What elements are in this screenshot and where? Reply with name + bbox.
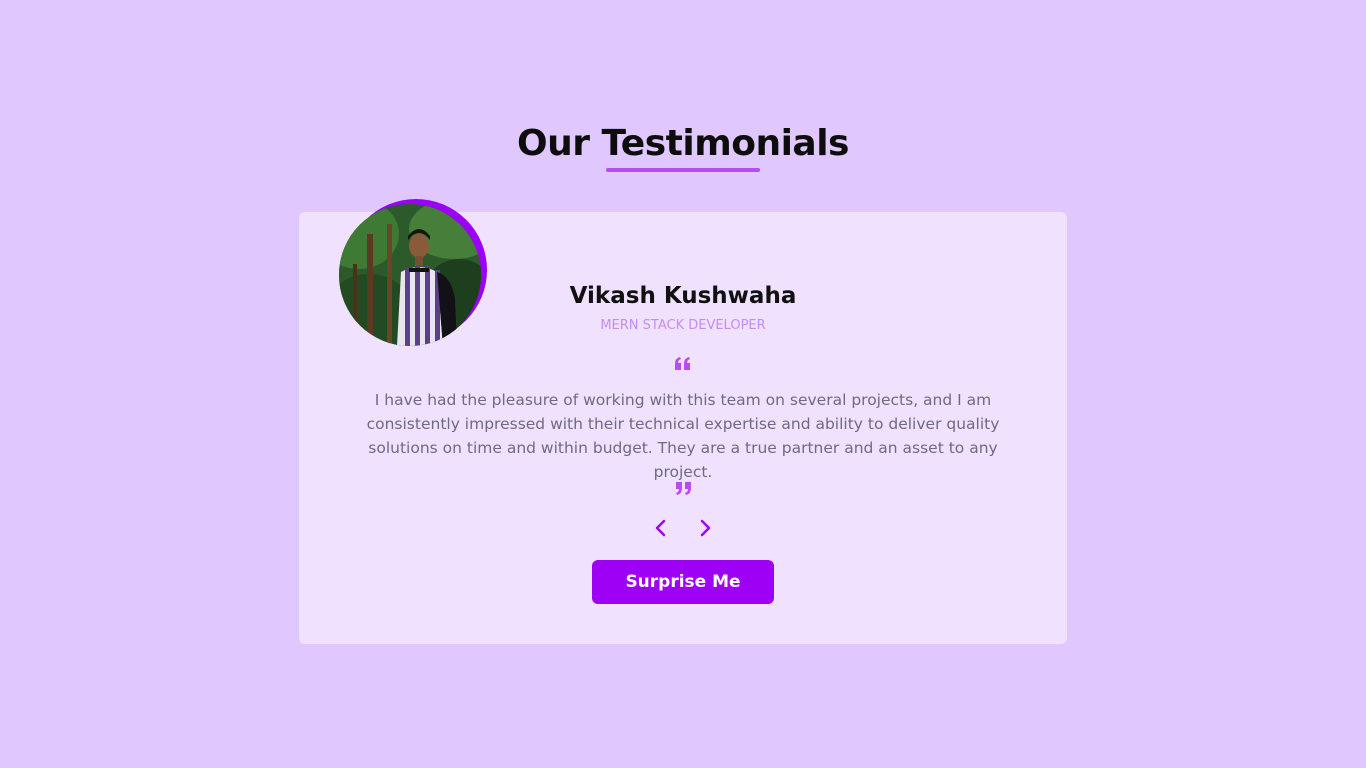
page-title: Our Testimonials [517, 123, 849, 164]
chevron-left-icon [655, 519, 666, 537]
testimonial-text: I have had the pleasure of working with … [366, 391, 1000, 481]
quote-open-icon [675, 357, 690, 370]
surprise-me-button[interactable]: Surprise Me [592, 560, 774, 604]
testimonials-page: Our Testimonials Vikash Kushwaha MERN ST… [0, 0, 1366, 768]
chevron-right-icon [700, 519, 711, 537]
quote-close-icon [676, 482, 691, 495]
title-underline [606, 168, 760, 172]
testimonial-name: Vikash Kushwaha [569, 283, 797, 309]
next-button[interactable] [694, 517, 716, 539]
testimonial-card: Vikash Kushwaha MERN STACK DEVELOPER I h… [299, 199, 1067, 644]
testimonial-role: MERN STACK DEVELOPER [600, 318, 766, 333]
prev-button[interactable] [650, 517, 672, 539]
